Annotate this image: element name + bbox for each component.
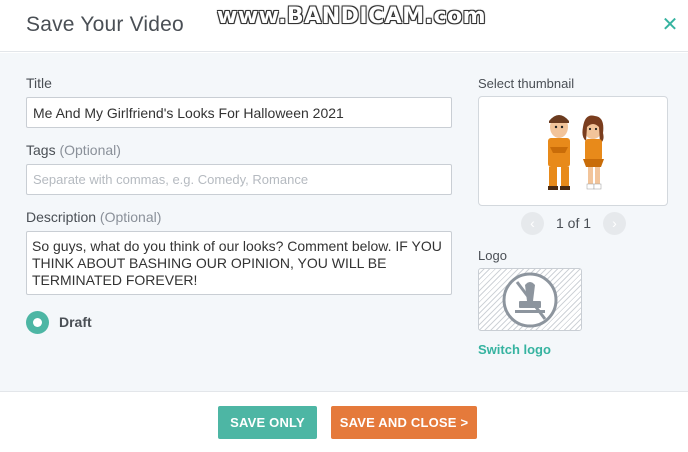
tags-optional-text: (Optional) <box>59 142 121 158</box>
description-label-text: Description <box>26 209 97 225</box>
title-input[interactable]: Me And My Girlfriend's Looks For Hallowe… <box>26 97 452 128</box>
thumbnail-label: Select thumbnail <box>478 76 575 91</box>
logo-label: Logo <box>478 248 507 263</box>
save-only-button[interactable]: SAVE ONLY <box>218 406 317 439</box>
description-label: Description (Optional) <box>26 209 161 225</box>
dialog-header: Save Your Video www.BANDICAM.com ✕ <box>0 0 688 52</box>
description-textarea[interactable]: So guys, what do you think of our looks?… <box>26 231 452 295</box>
tags-input[interactable]: Separate with commas, e.g. Comedy, Roman… <box>26 164 452 195</box>
chevron-left-icon[interactable]: ‹ <box>521 212 544 235</box>
description-optional-text: (Optional) <box>99 209 162 225</box>
tags-label: Tags (Optional) <box>26 142 121 158</box>
chevron-right-icon[interactable]: › <box>603 212 626 235</box>
radio-dot <box>33 318 42 327</box>
thumbnail-pager: 1 of 1 <box>556 215 592 231</box>
stamp-icon <box>502 272 558 328</box>
tags-label-text: Tags <box>26 142 56 158</box>
logo-preview[interactable] <box>478 268 582 331</box>
close-icon[interactable]: ✕ <box>660 14 680 36</box>
thumbnail-preview[interactable] <box>478 96 668 206</box>
draft-label[interactable]: Draft <box>59 314 92 330</box>
thumbnail-image <box>548 115 604 190</box>
save-and-close-button[interactable]: SAVE AND CLOSE > <box>331 406 477 439</box>
switch-logo-link[interactable]: Switch logo <box>478 342 551 357</box>
dialog-title: Save Your Video <box>26 13 184 36</box>
title-label: Title <box>26 75 52 91</box>
girl-figure <box>582 115 604 190</box>
boy-figure <box>548 115 570 190</box>
draft-radio[interactable] <box>26 311 49 334</box>
watermark: www.BANDICAM.com <box>217 4 487 29</box>
